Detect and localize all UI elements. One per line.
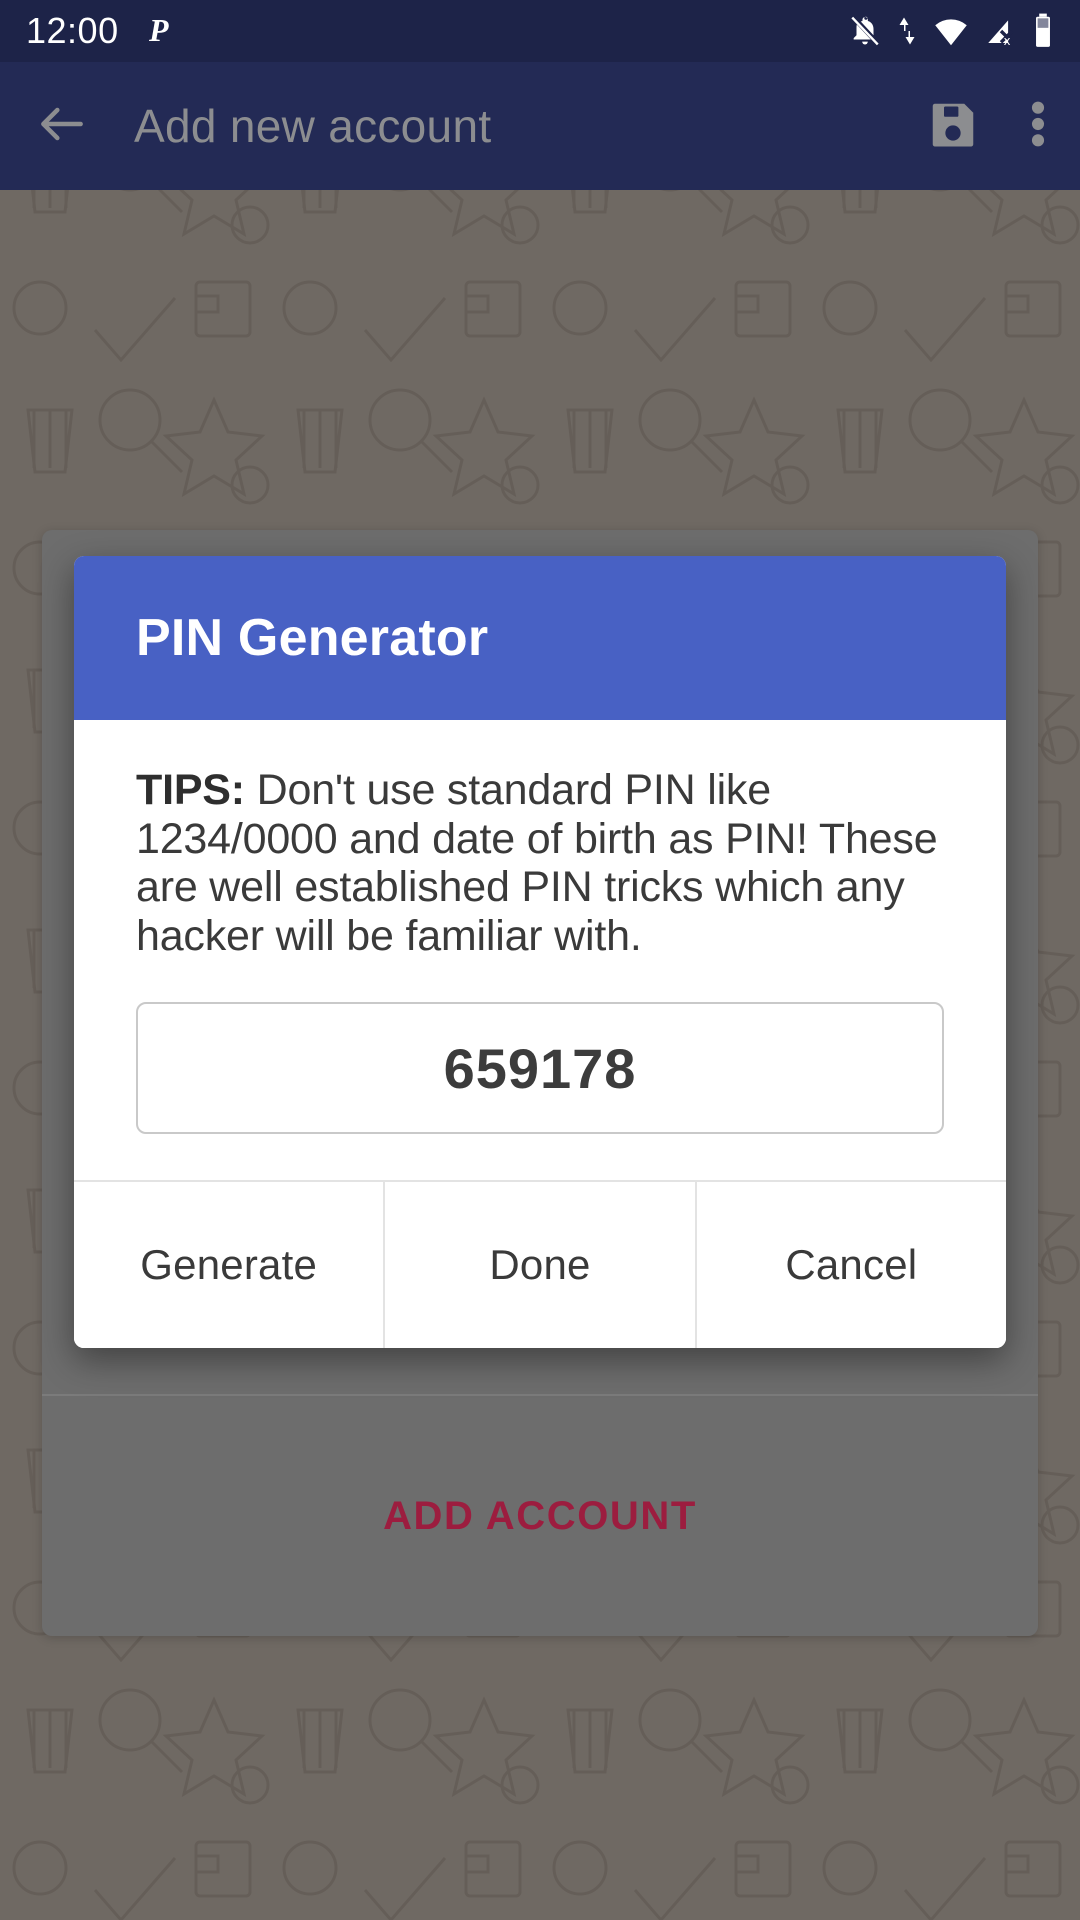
status-bar: 12:00 P x [0, 0, 1080, 62]
status-bar-notification-icons: P [149, 14, 179, 48]
add-account-button[interactable]: ADD ACCOUNT [42, 1396, 1038, 1636]
data-transfer-icon [896, 13, 918, 49]
overflow-menu-icon[interactable] [1030, 96, 1046, 157]
pin-value: 659178 [443, 1036, 637, 1100]
tips-label: TIPS: [136, 766, 245, 814]
p-letter-icon: P [149, 14, 179, 48]
dialog-header: PIN Generator [74, 556, 1006, 720]
phone-screen: 12:00 P x Add new account ADD ACCOUNT PI… [0, 0, 1080, 1920]
generate-button[interactable]: Generate [74, 1182, 384, 1349]
svg-text:x: x [1004, 33, 1011, 48]
cancel-button[interactable]: Cancel [694, 1182, 1006, 1349]
done-button[interactable]: Done [383, 1182, 695, 1349]
dialog-message: TIPS: Don't use standard PIN like 1234/0… [136, 766, 944, 960]
status-bar-system-icons: x [848, 12, 1054, 50]
status-bar-clock: 12:00 [26, 10, 119, 51]
svg-text:P: P [149, 14, 169, 48]
back-arrow-icon[interactable] [34, 96, 90, 157]
battery-icon [1032, 12, 1054, 50]
dialog-body: TIPS: Don't use standard PIN like 1234/0… [74, 720, 1006, 1181]
pin-generator-dialog: PIN Generator TIPS: Don't use standard P… [74, 556, 1006, 1349]
dialog-title: PIN Generator [136, 609, 489, 667]
tips-body: Don't use standard PIN like 1234/0000 an… [136, 766, 938, 960]
notifications-off-icon [848, 13, 882, 49]
page-title: Add new account [134, 100, 492, 152]
wifi-icon [932, 13, 970, 49]
save-floppy-icon[interactable] [926, 97, 980, 156]
app-bar: Add new account [0, 62, 1080, 190]
pin-input-field[interactable]: 659178 [136, 1002, 944, 1135]
app-bar-actions [926, 96, 1046, 157]
dialog-action-row: Generate Done Cancel [74, 1180, 1006, 1349]
signal-no-service-icon: x [984, 13, 1018, 49]
